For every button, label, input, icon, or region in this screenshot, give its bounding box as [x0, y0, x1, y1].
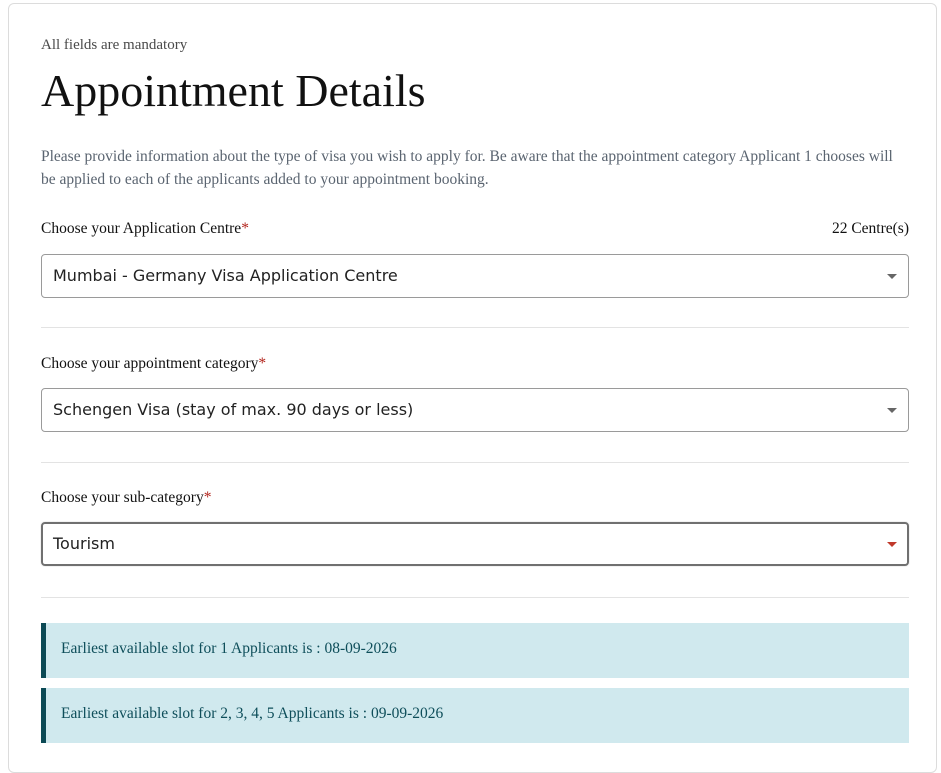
slot-notice-text: Earliest available slot for 1 Applicants…: [61, 640, 397, 657]
form-description: Please provide information about the typ…: [41, 148, 893, 188]
divider: [41, 462, 909, 463]
appointment-category-select[interactable]: Schengen Visa (stay of max. 90 days or l…: [41, 388, 909, 432]
divider: [41, 327, 909, 328]
appointment-details-card: All fields are mandatory Appointment Det…: [8, 3, 937, 773]
required-marker: *: [203, 489, 212, 506]
category-label-text: Choose your appointment category: [41, 355, 259, 372]
chevron-down-icon: [887, 542, 897, 547]
subcategory-label-text: Choose your sub-category: [41, 489, 204, 506]
category-label: Choose your appointment category*: [41, 355, 266, 373]
centre-label-text: Choose your Application Centre: [41, 220, 242, 237]
application-centre-select[interactable]: Mumbai - Germany Visa Application Centre: [41, 254, 909, 298]
slot-notice: Earliest available slot for 2, 3, 4, 5 A…: [41, 688, 909, 743]
mandatory-note: All fields are mandatory: [41, 37, 188, 53]
subcategory-label: Choose your sub-category*: [41, 489, 211, 507]
chevron-down-icon: [887, 408, 897, 413]
divider: [41, 597, 909, 598]
required-marker: *: [258, 355, 267, 372]
appointment-category-value: Schengen Visa (stay of max. 90 days or l…: [53, 400, 414, 419]
sub-category-value: Tourism: [53, 534, 115, 553]
centre-label: Choose your Application Centre*: [41, 220, 249, 238]
sub-category-select[interactable]: Tourism: [41, 522, 909, 566]
page-title: Appointment Details: [41, 65, 426, 116]
application-centre-value: Mumbai - Germany Visa Application Centre: [53, 266, 398, 285]
slot-notice-text: Earliest available slot for 2, 3, 4, 5 A…: [61, 705, 444, 722]
required-marker: *: [241, 220, 249, 237]
centre-count: 22 Centre(s): [831, 220, 909, 237]
slot-notice: Earliest available slot for 1 Applicants…: [41, 623, 909, 678]
chevron-down-icon: [887, 274, 897, 279]
